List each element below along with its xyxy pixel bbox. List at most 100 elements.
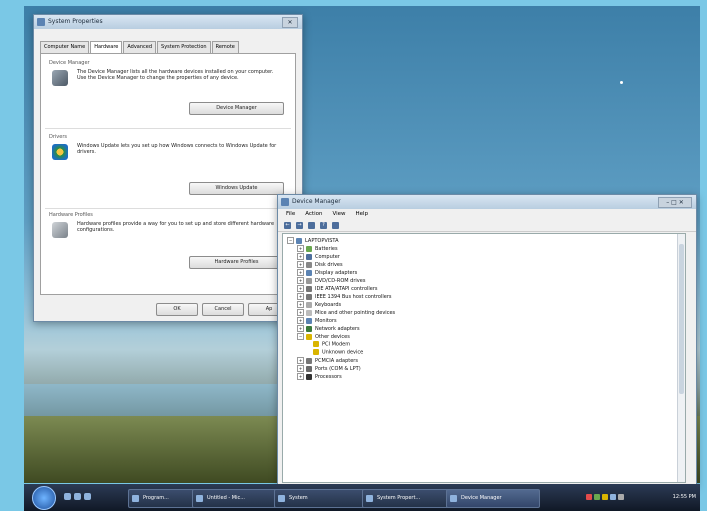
expand-icon[interactable]: + [297,277,304,284]
tree-item-other-devices[interactable]: − Other devices [297,333,350,341]
tree-root[interactable]: − LAPTOPVISTA [287,237,339,245]
expand-icon[interactable]: + [297,253,304,260]
tree-item-processors[interactable]: + Processors [297,373,342,381]
tree-item-display-adapters[interactable]: + Display adapters [297,269,357,277]
start-button[interactable] [32,486,56,510]
tree-item-label: Other devices [315,334,350,340]
collapse-icon[interactable]: − [297,333,304,340]
windows-update-button[interactable]: Windows Update [189,182,284,195]
expand-icon[interactable]: + [297,245,304,252]
tree-item-label: Batteries [315,246,338,252]
tree-item-unknown-device[interactable]: Unknown device [313,349,363,357]
expand-icon[interactable]: + [297,365,304,372]
tree-item-keyboards[interactable]: + Keyboards [297,301,341,309]
window-title: Device Manager [292,198,341,205]
expand-icon[interactable]: + [297,325,304,332]
drivers-group: Drivers Windows Update lets you set up h… [49,134,285,204]
tree-item-label: Keyboards [315,302,342,308]
taskbar-button-label: Device Manager [461,495,502,501]
tree-item-disk-drives[interactable]: + Disk drives [297,261,343,269]
controller-icon [306,293,312,300]
expand-icon[interactable]: + [297,261,304,268]
taskbar: Program... Untitled - Mic... System Syst… [24,484,700,511]
menu-action[interactable]: Action [305,209,322,219]
tree-item-label: Mice and other pointing devices [315,310,396,316]
expand-icon[interactable]: + [297,317,304,324]
taskbar-button-system-properties[interactable]: System Propert... [362,489,456,508]
show-desktop-icon[interactable] [64,493,71,500]
tab-system-protection[interactable]: System Protection [157,41,211,53]
window-controls[interactable]: – □ ✕ [658,197,692,208]
tree-item-ide-controllers[interactable]: + IDE ATA/ATAPI controllers [297,285,378,293]
tree-item-dvd-drives[interactable]: + DVD/CD-ROM drives [297,277,365,285]
folder-icon [132,495,139,502]
unknown-device-icon [313,341,319,347]
menu-bar: File Action View Help [278,209,696,219]
system-properties-titlebar[interactable]: System Properties ✕ [34,15,302,29]
device-manager-window: Device Manager – □ ✕ File Action View He… [277,194,697,486]
forward-arrow-icon[interactable]: → [296,221,303,229]
menu-file[interactable]: File [286,209,295,219]
expand-icon[interactable]: + [297,269,304,276]
mouse-icon [306,309,312,316]
cancel-button[interactable]: Cancel [202,303,244,316]
keyboard-icon [306,301,312,308]
clock[interactable]: 12:55 PM [673,494,696,500]
tree-item-ports[interactable]: + Ports (COM & LPT) [297,365,361,373]
tree-item-network-adapters[interactable]: + Network adapters [297,325,360,333]
collapse-icon[interactable]: − [287,237,294,244]
expand-icon[interactable]: + [297,373,304,380]
expand-icon[interactable]: + [297,293,304,300]
tree-item-mice[interactable]: + Mice and other pointing devices [297,309,395,317]
switch-windows-icon[interactable] [84,493,91,500]
tree-item-label: DVD/CD-ROM drives [315,278,366,284]
device-manager-titlebar[interactable]: Device Manager – □ ✕ [278,195,696,209]
ok-button[interactable]: OK [156,303,198,316]
view-icon[interactable] [308,221,315,229]
expand-icon[interactable]: + [297,285,304,292]
back-arrow-icon[interactable]: ← [284,221,291,229]
computer-icon [296,237,302,244]
tab-computer-name[interactable]: Computer Name [40,41,90,53]
security-icon[interactable] [586,494,592,500]
network-icon[interactable] [594,494,600,500]
tree-item-monitors[interactable]: + Monitors [297,317,337,325]
menu-view[interactable]: View [332,209,345,219]
group-title: Device Manager [49,60,90,66]
expand-icon[interactable]: + [297,357,304,364]
device-manager-button[interactable]: Device Manager [189,102,284,115]
power-icon[interactable] [602,494,608,500]
group-description: Hardware profiles provide a way for you … [77,221,275,233]
volume-icon[interactable] [610,494,616,500]
taskbar-button-label: System [289,495,308,501]
tree-item-pcmcia-adapters[interactable]: + PCMCIA adapters [297,357,358,365]
internet-explorer-icon[interactable] [74,493,81,500]
tree-item-label: Disk drives [315,262,343,268]
taskbar-button-untitled[interactable]: Untitled - Mic... [192,489,286,508]
system-icon [278,495,285,502]
menu-help[interactable]: Help [356,209,369,219]
hardware-profiles-button[interactable]: Hardware Profiles [189,256,284,269]
taskbar-button-device-manager[interactable]: Device Manager [446,489,540,508]
pcmcia-icon [306,357,312,364]
tree-item-label: Network adapters [315,326,360,332]
tree-item-label: Computer [315,254,340,260]
paint-icon [196,495,203,502]
properties-icon[interactable] [332,221,339,229]
close-button[interactable]: ✕ [282,17,298,28]
taskbar-button-system[interactable]: System [274,489,368,508]
tab-hardware[interactable]: Hardware [90,41,123,53]
tree-item-ieee1394[interactable]: + IEEE 1394 Bus host controllers [297,293,392,301]
scrollbar-thumb[interactable] [679,244,684,394]
tab-remote[interactable]: Remote [211,41,239,53]
tree-item-label: IEEE 1394 Bus host controllers [315,294,392,300]
tree-item-computer[interactable]: + Computer [297,253,340,261]
vertical-scrollbar[interactable] [677,234,685,482]
help-icon[interactable]: ? [320,221,327,229]
sync-icon[interactable] [618,494,624,500]
tree-item-batteries[interactable]: + Batteries [297,245,338,253]
tree-item-pci-modem[interactable]: PCI Modem [313,341,350,349]
expand-icon[interactable]: + [297,301,304,308]
expand-icon[interactable]: + [297,309,304,316]
tab-advanced[interactable]: Advanced [123,41,157,53]
